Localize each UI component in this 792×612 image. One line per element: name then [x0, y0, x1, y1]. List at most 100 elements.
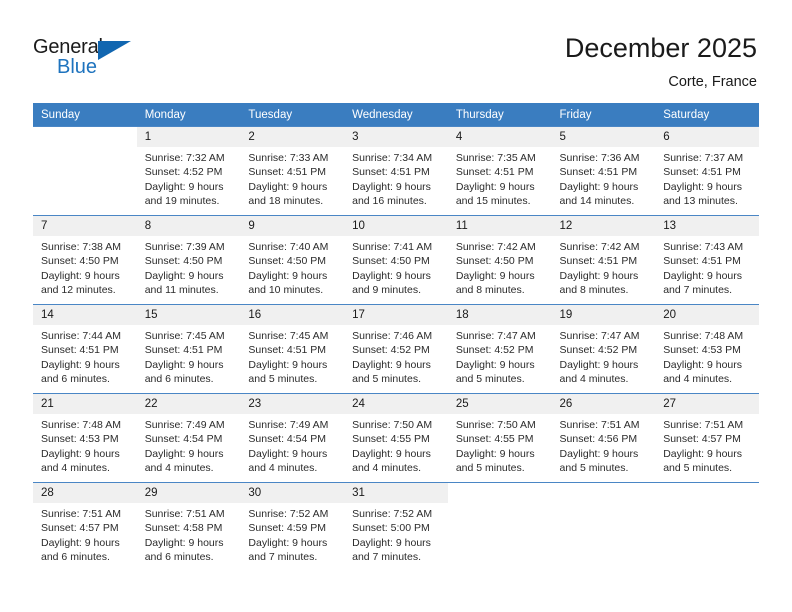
sunrise-text: Sunrise: 7:45 AM [248, 330, 329, 342]
daylight-text-line1: Daylight: 9 hours [248, 180, 328, 193]
sunset-text: Sunset: 4:53 PM [663, 344, 741, 357]
daylight-text-line1: Daylight: 9 hours [455, 358, 535, 371]
daylight-text-line1: Daylight: 9 hours [41, 269, 120, 282]
calendar-day-cell[interactable]: 30 Sunrise: 7:52 AM Sunset: 4:59 PM Dayligh… [240, 482, 345, 572]
calendar-day-cell[interactable]: 10 Sunrise: 7:41 AM Sunset: 4:50 PM Dayligh… [344, 215, 448, 305]
day-details: Sunrise: 7:46 AM Sunset: 4:52 PM Daylight:… [344, 325, 448, 387]
calendar-week-row: 1 Sunrise: 7:32 AM Sunset: 4:52 PM Daylight… [33, 126, 759, 216]
sunrise-text: Sunrise: 7:39 AM [144, 241, 225, 253]
calendar-day-cell[interactable]: 3 Sunrise: 7:34 AM Sunset: 4:51 PM Daylight… [344, 126, 448, 216]
day-number: 28 [33, 483, 137, 503]
calendar-day-cell[interactable]: 26 Sunrise: 7:51 AM Sunset: 4:56 PM Dayligh… [551, 393, 656, 483]
daylight-text-line2: and 4 minutes. [248, 462, 318, 475]
sunset-text: Sunset: 4:56 PM [559, 433, 638, 446]
sunrise-text: Sunrise: 7:44 AM [41, 330, 121, 342]
sunset-text: Sunset: 4:52 PM [144, 166, 223, 179]
daylight-text-line1: Daylight: 9 hours [248, 447, 328, 460]
calendar-day-cell[interactable]: 8 Sunrise: 7:39 AM Sunset: 4:50 PM Daylight… [136, 215, 241, 305]
daylight-text-line2: and 9 minutes. [352, 284, 421, 297]
calendar-day-cell[interactable]: 29 Sunrise: 7:51 AM Sunset: 4:58 PM Dayligh… [136, 482, 241, 572]
calendar-day-cell[interactable]: 18 Sunrise: 7:47 AM Sunset: 4:52 PM Dayligh… [447, 304, 552, 394]
day-details: Sunrise: 7:50 AM Sunset: 4:55 PM Daylight:… [448, 414, 552, 476]
calendar-day-cell[interactable]: 31 Sunrise: 7:52 AM Sunset: 5:00 PM Dayligh… [344, 482, 448, 572]
calendar-day-cell[interactable]: 2 Sunrise: 7:33 AM Sunset: 4:51 PM Daylight… [240, 126, 345, 216]
sunrise-text: Sunrise: 7:41 AM [352, 241, 433, 253]
calendar-day-cell[interactable]: 14 Sunrise: 7:44 AM Sunset: 4:51 PM Dayligh… [33, 304, 137, 394]
calendar-day-cell[interactable]: 7 Sunrise: 7:38 AM Sunset: 4:50 PM Daylight… [33, 215, 137, 305]
day-number: 8 [136, 216, 241, 236]
calendar-day-cell[interactable]: 6 Sunrise: 7:37 AM Sunset: 4:51 PM Daylight… [655, 126, 759, 216]
day-details: Sunrise: 7:32 AM Sunset: 4:52 PM Daylight:… [137, 147, 241, 209]
brand-logo[interactable]: General Blue [33, 36, 163, 86]
daylight-text-line2: and 6 minutes. [144, 373, 214, 386]
calendar-day-cell[interactable]: 5 Sunrise: 7:36 AM Sunset: 4:51 PM Daylight… [551, 126, 656, 216]
day-details: Sunrise: 7:44 AM Sunset: 4:51 PM Daylight:… [33, 325, 137, 387]
sunrise-text: Sunrise: 7:49 AM [144, 419, 225, 431]
day-number: 5 [551, 127, 656, 147]
calendar-day-cell[interactable]: 19 Sunrise: 7:47 AM Sunset: 4:52 PM Dayligh… [551, 304, 656, 394]
calendar-day-cell[interactable]: 21 Sunrise: 7:48 AM Sunset: 4:53 PM Dayligh… [33, 393, 137, 483]
daylight-text-line1: Daylight: 9 hours [352, 536, 431, 549]
sunrise-text: Sunrise: 7:42 AM [559, 241, 640, 253]
calendar-day-cell[interactable]: 13 Sunrise: 7:43 AM Sunset: 4:51 PM Dayligh… [655, 215, 759, 305]
calendar-day-cell[interactable]: 16 Sunrise: 7:45 AM Sunset: 4:51 PM Dayligh… [240, 304, 345, 394]
calendar-day-cell[interactable]: 28 Sunrise: 7:51 AM Sunset: 4:57 PM Dayligh… [33, 482, 137, 572]
sunrise-text: Sunrise: 7:42 AM [455, 241, 536, 253]
calendar-day-cell[interactable]: 27 Sunrise: 7:51 AM Sunset: 4:57 PM Dayligh… [655, 393, 759, 483]
calendar-day-cell[interactable]: 1 Sunrise: 7:32 AM Sunset: 4:52 PM Daylight… [136, 126, 241, 216]
day-number: 1 [136, 127, 241, 147]
sunset-text: Sunset: 4:55 PM [352, 433, 430, 446]
day-number: 2 [240, 127, 345, 147]
calendar-cell-empty [447, 482, 552, 572]
sunrise-text: Sunrise: 7:47 AM [559, 330, 640, 342]
weekday-header-monday: Monday [136, 103, 241, 127]
day-details: Sunrise: 7:51 AM Sunset: 4:57 PM Daylight:… [655, 414, 759, 476]
calendar-day-cell[interactable]: 4 Sunrise: 7:35 AM Sunset: 4:51 PM Daylight… [447, 126, 552, 216]
page-title: December 2025 [564, 33, 757, 63]
day-details: Sunrise: 7:51 AM Sunset: 4:56 PM Daylight:… [552, 414, 656, 476]
daylight-text-line2: and 7 minutes. [352, 551, 421, 564]
day-number: 9 [240, 216, 345, 236]
day-number: 6 [655, 127, 759, 147]
calendar-day-cell[interactable]: 20 Sunrise: 7:48 AM Sunset: 4:53 PM Dayligh… [655, 304, 759, 394]
day-details: Sunrise: 7:45 AM Sunset: 4:51 PM Daylight:… [240, 325, 344, 387]
sunrise-text: Sunrise: 7:51 AM [41, 508, 121, 520]
calendar-day-cell[interactable]: 15 Sunrise: 7:45 AM Sunset: 4:51 PM Dayligh… [136, 304, 241, 394]
daylight-text-line1: Daylight: 9 hours [663, 269, 743, 282]
calendar-day-cell[interactable]: 24 Sunrise: 7:50 AM Sunset: 4:55 PM Dayligh… [344, 393, 448, 483]
day-number: 17 [344, 305, 448, 325]
sunset-text: Sunset: 4:50 PM [41, 255, 119, 268]
daylight-text-line1: Daylight: 9 hours [455, 269, 535, 282]
daylight-text-line2: and 5 minutes. [455, 462, 525, 475]
calendar-day-cell[interactable]: 25 Sunrise: 7:50 AM Sunset: 4:55 PM Dayligh… [447, 393, 552, 483]
daylight-text-line2: and 4 minutes. [144, 462, 214, 475]
sunrise-text: Sunrise: 7:32 AM [144, 152, 225, 164]
calendar-day-cell[interactable]: 12 Sunrise: 7:42 AM Sunset: 4:51 PM Dayligh… [551, 215, 656, 305]
daylight-text-line1: Daylight: 9 hours [248, 358, 328, 371]
calendar-day-cell[interactable]: 17 Sunrise: 7:46 AM Sunset: 4:52 PM Dayligh… [344, 304, 448, 394]
calendar-day-cell[interactable]: 11 Sunrise: 7:42 AM Sunset: 4:50 PM Dayligh… [447, 215, 552, 305]
sunset-text: Sunset: 4:51 PM [248, 166, 327, 179]
sunset-text: Sunset: 4:51 PM [559, 166, 638, 179]
day-details: Sunrise: 7:33 AM Sunset: 4:51 PM Daylight:… [240, 147, 344, 209]
daylight-text-line1: Daylight: 9 hours [663, 358, 743, 371]
sunset-text: Sunset: 4:51 PM [41, 344, 119, 357]
weekday-header-tuesday: Tuesday [240, 103, 345, 127]
day-details: Sunrise: 7:49 AM Sunset: 4:54 PM Daylight:… [240, 414, 344, 476]
day-number: 25 [447, 394, 552, 414]
sunrise-text: Sunrise: 7:33 AM [248, 152, 329, 164]
calendar-day-cell[interactable]: 23 Sunrise: 7:49 AM Sunset: 4:54 PM Dayligh… [240, 393, 345, 483]
day-number: 20 [655, 305, 759, 325]
day-details: Sunrise: 7:48 AM Sunset: 4:53 PM Daylight:… [655, 325, 759, 387]
calendar-day-cell[interactable]: 9 Sunrise: 7:40 AM Sunset: 4:50 PM Daylight… [240, 215, 345, 305]
calendar-day-cell[interactable]: 22 Sunrise: 7:49 AM Sunset: 4:54 PM Dayligh… [136, 393, 241, 483]
daylight-text-line1: Daylight: 9 hours [144, 180, 224, 193]
day-number: 13 [655, 216, 759, 236]
sunrise-text: Sunrise: 7:40 AM [248, 241, 329, 253]
weekday-header-sunday: Sunday [33, 103, 137, 127]
daylight-text-line1: Daylight: 9 hours [41, 358, 120, 371]
sunset-text: Sunset: 4:57 PM [41, 522, 119, 535]
day-details: Sunrise: 7:42 AM Sunset: 4:50 PM Daylight:… [448, 236, 552, 298]
daylight-text-line1: Daylight: 9 hours [352, 358, 431, 371]
daylight-text-line2: and 4 minutes. [352, 462, 421, 475]
